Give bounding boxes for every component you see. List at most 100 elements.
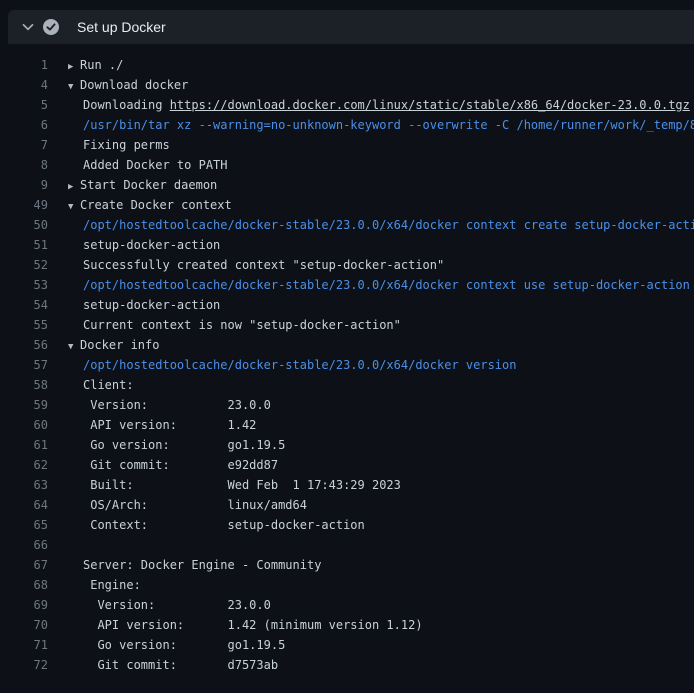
group-title: Docker info	[80, 338, 159, 352]
log-command: /opt/hostedtoolcache/docker-stable/23.0.…	[83, 215, 694, 235]
log-command: /opt/hostedtoolcache/docker-stable/23.0.…	[83, 275, 690, 295]
line-number[interactable]: 5	[0, 95, 48, 115]
log-line: 49 ▼Create Docker context	[0, 195, 694, 215]
log-line: 62 Git commit: e92dd87	[0, 455, 694, 475]
log-text: API version: 1.42 (minimum version 1.12)	[83, 615, 423, 635]
log-line: 53/opt/hostedtoolcache/docker-stable/23.…	[0, 275, 694, 295]
log-line: 65 Context: setup-docker-action	[0, 515, 694, 535]
group-toggle[interactable]: ▼Download docker	[68, 75, 188, 95]
line-number[interactable]: 65	[0, 515, 48, 535]
log-command: /usr/bin/tar xz --warning=no-unknown-key…	[83, 115, 694, 135]
line-number[interactable]: 61	[0, 435, 48, 455]
line-number[interactable]: 7	[0, 135, 48, 155]
line-number[interactable]: 68	[0, 575, 48, 595]
log-line: 55 Current context is now "setup-docker-a…	[0, 315, 694, 335]
log-text: Engine:	[83, 575, 141, 595]
log-text: Client:	[83, 375, 134, 395]
group-toggle[interactable]: ▼Docker info	[68, 335, 159, 355]
chevron-down-icon[interactable]	[21, 20, 35, 34]
log-line: 52 Successfully created context "setup-do…	[0, 255, 694, 275]
line-number[interactable]: 53	[0, 275, 48, 295]
line-number[interactable]: 63	[0, 475, 48, 495]
log-line: 8 Added Docker to PATH	[0, 155, 694, 175]
log-text: Server: Docker Engine - Community	[83, 555, 321, 575]
line-number[interactable]: 62	[0, 455, 48, 475]
group-title: Run ./	[80, 58, 123, 72]
line-number[interactable]: 9	[0, 175, 48, 195]
line-number[interactable]: 8	[0, 155, 48, 175]
log-line: 70 API version: 1.42 (minimum version 1.…	[0, 615, 694, 635]
log-console: 1▶Run ./4▼Download docker5Downloading ht…	[0, 44, 694, 675]
line-number[interactable]: 67	[0, 555, 48, 575]
line-number[interactable]: 54	[0, 295, 48, 315]
line-number[interactable]: 60	[0, 415, 48, 435]
log-line: 9 ▶Start Docker daemon	[0, 175, 694, 195]
log-text: Go version: go1.19.5	[83, 435, 285, 455]
log-line: 71 Go version: go1.19.5	[0, 635, 694, 655]
log-text: Git commit: e92dd87	[83, 455, 278, 475]
line-number[interactable]: 56	[0, 335, 48, 355]
log-line: 50/opt/hostedtoolcache/docker-stable/23.…	[0, 215, 694, 235]
log-line: 63 Built: Wed Feb 1 17:43:29 2023	[0, 475, 694, 495]
line-number[interactable]: 52	[0, 255, 48, 275]
log-line: 51 setup-docker-action	[0, 235, 694, 255]
log-text: Added Docker to PATH	[83, 155, 228, 175]
step-title: Set up Docker	[77, 19, 166, 35]
log-text: OS/Arch: linux/amd64	[83, 495, 307, 515]
log-line: 66	[0, 535, 694, 555]
line-number[interactable]: 4	[0, 75, 48, 95]
log-line: 58 Client:	[0, 375, 694, 395]
line-number[interactable]: 57	[0, 355, 48, 375]
log-line: 67 Server: Docker Engine - Community	[0, 555, 694, 575]
group-toggle[interactable]: ▶Run ./	[68, 55, 123, 75]
log-line: 60 API version: 1.42	[0, 415, 694, 435]
log-line: 7 Fixing perms	[0, 135, 694, 155]
log-line: 59 Version: 23.0.0	[0, 395, 694, 415]
group-toggle[interactable]: ▶Start Docker daemon	[68, 175, 217, 195]
line-number[interactable]: 64	[0, 495, 48, 515]
line-number[interactable]: 58	[0, 375, 48, 395]
log-line: 4 ▼Download docker	[0, 75, 694, 95]
log-line: 1 ▶Run ./	[0, 55, 694, 75]
triangle-expanded-icon: ▼	[68, 197, 80, 217]
group-title: Start Docker daemon	[80, 178, 217, 192]
log-text: Context: setup-docker-action	[83, 515, 365, 535]
line-number[interactable]: 59	[0, 395, 48, 415]
log-line: 61 Go version: go1.19.5	[0, 435, 694, 455]
log-line: 72 Git commit: d7573ab	[0, 655, 694, 675]
line-number[interactable]: 69	[0, 595, 48, 615]
triangle-expanded-icon: ▼	[68, 337, 80, 357]
line-number[interactable]: 70	[0, 615, 48, 635]
log-line: 56 ▼Docker info	[0, 335, 694, 355]
log-line: 5 Downloading https://download.docker.com…	[0, 95, 694, 115]
line-number[interactable]: 66	[0, 535, 48, 555]
log-text: setup-docker-action	[83, 235, 220, 255]
log-link-prefix: Downloading	[83, 98, 170, 112]
triangle-expanded-icon: ▼	[68, 77, 80, 97]
line-number[interactable]: 50	[0, 215, 48, 235]
log-text: Downloading https://download.docker.com/…	[83, 95, 690, 115]
line-number[interactable]: 72	[0, 655, 48, 675]
line-number[interactable]: 55	[0, 315, 48, 335]
line-number[interactable]: 1	[0, 55, 48, 75]
line-number[interactable]: 51	[0, 235, 48, 255]
log-text: Current context is now "setup-docker-act…	[83, 315, 401, 335]
log-line: 54setup-docker-action	[0, 295, 694, 315]
log-text: Fixing perms	[83, 135, 170, 155]
log-text: API version: 1.42	[83, 415, 256, 435]
line-number[interactable]: 71	[0, 635, 48, 655]
group-toggle[interactable]: ▼Create Docker context	[68, 195, 232, 215]
line-number[interactable]: 6	[0, 115, 48, 135]
log-text: Successfully created context "setup-dock…	[83, 255, 444, 275]
log-line: 57/opt/hostedtoolcache/docker-stable/23.…	[0, 355, 694, 375]
log-text: Go version: go1.19.5	[83, 635, 285, 655]
group-title: Download docker	[80, 78, 188, 92]
log-text: Version: 23.0.0	[83, 395, 271, 415]
line-number[interactable]: 49	[0, 195, 48, 215]
triangle-collapsed-icon: ▶	[68, 57, 80, 77]
check-circle-icon	[43, 19, 59, 35]
log-text: Built: Wed Feb 1 17:43:29 2023	[83, 475, 401, 495]
triangle-collapsed-icon: ▶	[68, 177, 80, 197]
step-header[interactable]: Set up Docker	[8, 10, 694, 44]
log-link[interactable]: https://download.docker.com/linux/static…	[170, 98, 690, 112]
